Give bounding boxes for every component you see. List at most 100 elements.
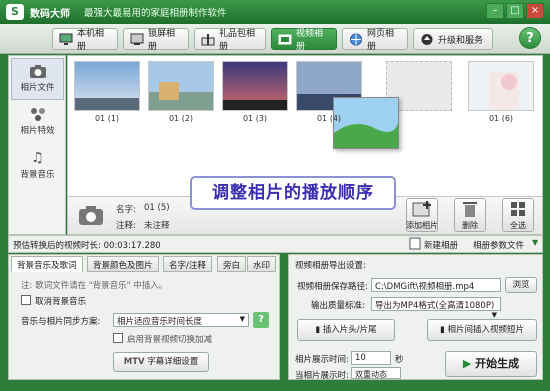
- interval-field[interactable]: 10: [351, 351, 391, 365]
- app-slogan: 最强大最易用的家庭相册制作软件: [84, 8, 227, 19]
- tab-name-note[interactable]: 名字/注释: [163, 256, 212, 272]
- instruction-banner: 调整相片的播放顺序: [190, 176, 396, 210]
- mtv-label: 字幕详细设置: [147, 357, 199, 367]
- sidebar-item-label: 相片文件: [20, 83, 55, 93]
- mtv-prefix: MTV: [123, 357, 145, 367]
- tab-local-album[interactable]: 本机相册: [52, 28, 118, 52]
- quality-select[interactable]: 导出为MP4格式(全高清1080P) ▼: [371, 297, 501, 319]
- album-param-file-link[interactable]: 相册参数文件: [473, 239, 524, 251]
- add-photo-icon: [412, 201, 431, 217]
- note-value: 未注释: [144, 221, 170, 231]
- screen-icon: [130, 33, 144, 46]
- name-label: 名字:: [116, 205, 136, 215]
- upgrade-icon: [420, 33, 434, 46]
- music-note-icon: ♫: [31, 150, 44, 166]
- sidebar-item-background-music[interactable]: ♫ 背景音乐: [11, 146, 64, 188]
- trash-icon: [463, 202, 477, 217]
- music-settings-panel: 背景音乐及歌词 背景颜色及图片 名字/注释 旁白 水印 注: 歌词文件请在 "背…: [8, 254, 280, 380]
- interval-label: 相片展示时间:: [295, 355, 349, 365]
- tab-background-music[interactable]: 背景音乐及歌词: [11, 256, 83, 272]
- tab-video-album[interactable]: 视频相册: [271, 28, 337, 52]
- play-icon: ▶: [462, 357, 472, 370]
- new-album-icon: [409, 237, 421, 250]
- fade-checkbox[interactable]: [113, 333, 123, 343]
- tab-gift-album[interactable]: 礼品包相册: [194, 28, 266, 52]
- start-generate-button[interactable]: ▶ 开始生成: [445, 351, 537, 377]
- camera-icon: [78, 203, 104, 227]
- insert-video-clip-button[interactable]: ▮ 相片间插入视频短片: [427, 319, 537, 341]
- photo-label: 01 (6): [488, 114, 514, 123]
- photo-thumbnail[interactable]: [468, 61, 534, 111]
- close-icon[interactable]: ×: [526, 3, 544, 19]
- sync-select[interactable]: 相片适应音乐时间长度 ▼: [113, 313, 249, 327]
- quality-label: 输出质量标准:: [311, 301, 365, 311]
- save-path-field[interactable]: C:\DMGift\视频相册.mp4: [371, 278, 501, 292]
- select-all-label: 全选: [510, 221, 526, 230]
- tab-upgrade-service[interactable]: 升级和服务: [413, 28, 493, 50]
- globe-icon: [349, 33, 363, 46]
- interval-unit: 秒: [395, 355, 404, 365]
- tab-label: 锁屏相册: [148, 29, 176, 52]
- lyrics-hint: 注: 歌词文件请在 "背景音乐" 中插入。: [21, 281, 168, 291]
- photo-thumbnail[interactable]: [74, 61, 140, 111]
- status-strip: 预估转换后的视频时长: 00:03:17.280 新建相册 相册参数文件 ▼: [8, 235, 543, 253]
- minimize-icon[interactable]: –: [486, 3, 504, 19]
- tab-label: 礼品包相册: [219, 29, 256, 52]
- mtv-subtitle-settings-button[interactable]: MTV 字幕详细设置: [113, 352, 209, 372]
- gift-icon: [201, 33, 215, 46]
- photo-label: 01 (4): [316, 114, 342, 123]
- fade-label: 启用背景视频切换加减: [127, 335, 213, 345]
- dragged-photo[interactable]: [333, 97, 399, 149]
- grid-icon: [511, 202, 525, 216]
- export-title: 视频相册导出设置:: [295, 261, 366, 271]
- transition-select[interactable]: 双重动态: [351, 367, 401, 379]
- sidebar-item-label: 背景音乐: [20, 170, 55, 180]
- cancel-music-checkbox[interactable]: [21, 295, 31, 305]
- save-path-label: 视频相册保存路径:: [297, 282, 368, 292]
- insert-head-tail-button[interactable]: ▮ 插入片头/片尾: [297, 319, 395, 341]
- tab-label: 视频相册: [296, 29, 324, 52]
- sidebar-item-photo-effects[interactable]: 相片特效: [11, 102, 64, 144]
- estimated-duration: 预估转换后的视频时长: 00:03:17.280: [13, 241, 161, 251]
- tab-narration[interactable]: 旁白: [217, 256, 247, 272]
- delete-label: 删除: [462, 221, 478, 230]
- browse-button[interactable]: 浏览: [505, 277, 537, 293]
- film-icon: ▮: [315, 325, 321, 335]
- dropdown-arrow-icon[interactable]: ▼: [532, 238, 538, 247]
- side-panel: 相片文件 相片特效 ♫ 背景音乐: [8, 55, 66, 235]
- film-icon: ▮: [440, 325, 445, 335]
- help-button[interactable]: ?: [519, 27, 541, 49]
- chevron-down-icon: ▼: [491, 311, 497, 319]
- photo-label: 01 (3): [242, 114, 268, 123]
- chevron-down-icon: ▼: [239, 315, 245, 323]
- cancel-music-label: 取消背景音乐: [35, 297, 87, 307]
- tab-watermark[interactable]: 水印: [247, 256, 277, 272]
- insert-head-tail-label: 插入片头/片尾: [322, 325, 377, 335]
- tab-background-color[interactable]: 背景颜色及图片: [87, 256, 159, 272]
- effects-icon: [29, 106, 47, 122]
- photo-label: 01 (1): [94, 114, 120, 123]
- photo-thumbnail[interactable]: [148, 61, 214, 111]
- restore-icon[interactable]: □: [506, 3, 524, 19]
- add-photo-label: 添加相片: [406, 221, 438, 230]
- sync-label: 音乐与相片同步方案:: [21, 317, 101, 327]
- sync-value: 相片适应音乐时间长度: [117, 317, 203, 327]
- help-icon[interactable]: ?: [253, 312, 269, 328]
- tab-lockscreen-album[interactable]: 锁屏相册: [123, 28, 189, 52]
- photo-label: 01 (2): [168, 114, 194, 123]
- tab-label: 升级和服务: [438, 35, 484, 46]
- nav-bar: 本机相册 锁屏相册 礼品包相册 视频相册 网页相册 升级和服务: [0, 24, 550, 54]
- name-value: 01 (5): [144, 203, 170, 213]
- tab-web-album[interactable]: 网页相册: [342, 28, 408, 52]
- app-name: 数码大师: [30, 9, 70, 20]
- photo-thumbnail[interactable]: [222, 61, 288, 111]
- insert-video-clip-label: 相片间插入视频短片: [447, 325, 524, 335]
- transition-label: 当相片展示时:: [295, 371, 349, 381]
- monitor-icon: [59, 33, 73, 46]
- tab-label: 网页相册: [367, 29, 395, 52]
- camera-icon: [29, 63, 47, 79]
- sidebar-item-photo-files[interactable]: 相片文件: [11, 58, 64, 100]
- app-logo-icon: S: [6, 4, 24, 20]
- new-album-link[interactable]: 新建相册: [424, 239, 458, 251]
- sidebar-item-label: 相片特效: [20, 126, 55, 136]
